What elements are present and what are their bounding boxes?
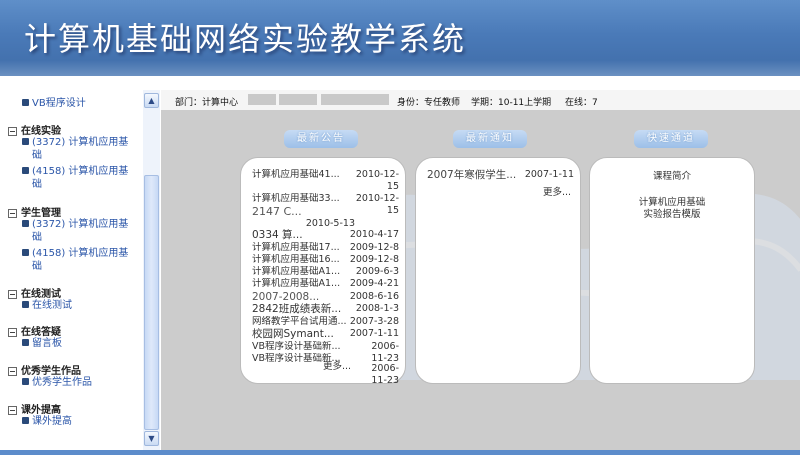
notices-card: 2007年寒假学生... 2007-1-11 更多...	[415, 157, 581, 384]
app-header: 计算机基础网络实验教学系统	[0, 0, 800, 76]
redacted-block	[248, 94, 276, 105]
collapse-icon[interactable]	[8, 405, 17, 415]
sidebar: VB程序设计 在线实验 (3372) 计算机应用基础 (4158) 计算机应用基…	[0, 90, 160, 450]
info-online: 在线：7	[565, 98, 598, 108]
user-info-bar: 部门：计算中心 身份：专任教师 学期：10-11上学期 在线：7	[161, 90, 800, 110]
collapse-icon[interactable]	[8, 289, 17, 299]
sidebar-section-works[interactable]: 优秀学生作品	[8, 362, 81, 377]
sidebar-item-extra[interactable]: 课外提高	[22, 415, 136, 428]
info-dept: 部门：计算中心	[175, 98, 239, 108]
sidebar-item-stu-3372[interactable]: (3372) 计算机应用基础	[22, 218, 136, 244]
main-panel: 部门：计算中心 身份：专任教师 学期：10-11上学期 在线：7 最新公告 最新…	[161, 90, 800, 450]
sidebar-item-exp-4158[interactable]: (4158) 计算机应用基础	[22, 165, 136, 191]
notices-more-link[interactable]: 更多...	[543, 184, 571, 198]
announcements-card: 计算机应用基础41... 2010-12-15 计算机应用基础33... 201…	[240, 157, 406, 386]
sidebar-item-exp-3372[interactable]: (3372) 计算机应用基础	[22, 136, 136, 162]
header-gap	[0, 76, 800, 90]
bullet-icon	[22, 378, 29, 385]
redacted-block	[321, 94, 389, 105]
bullet-icon	[22, 167, 29, 174]
bottom-strip	[0, 450, 800, 455]
scrollbar-thumb[interactable]	[144, 175, 159, 430]
header-ribbon	[0, 60, 800, 76]
course-intro-link[interactable]: 课程简介	[590, 168, 754, 182]
announcements-label: 最新公告	[284, 130, 358, 148]
bullet-icon	[22, 301, 29, 308]
sidebar-item-vb[interactable]: VB程序设计	[22, 97, 136, 110]
sidebar-scrollbar[interactable]: ▲ ▼	[143, 90, 160, 450]
sidebar-item-stu-4158[interactable]: (4158) 计算机应用基础	[22, 247, 136, 273]
bullet-icon	[22, 249, 29, 256]
bullet-icon	[22, 220, 29, 227]
quick-access-card: 课程简介 计算机应用基础 实验报告模版	[589, 157, 755, 384]
notices-label: 最新通知	[453, 130, 527, 148]
app-title: 计算机基础网络实验教学系统	[24, 20, 467, 58]
sidebar-item-test[interactable]: 在线测试	[22, 299, 136, 312]
sidebar-section-experiments[interactable]: 在线实验	[8, 122, 61, 137]
sidebar-section-test[interactable]: 在线测试	[8, 285, 61, 300]
collapse-icon[interactable]	[8, 126, 17, 136]
info-term: 学期：10-11上学期	[471, 98, 552, 108]
sidebar-section-students[interactable]: 学生管理	[8, 204, 61, 219]
lab-report-template-link[interactable]: 实验报告模版	[590, 206, 754, 220]
scroll-up-icon[interactable]: ▲	[144, 93, 159, 108]
announcements-more-link[interactable]: 更多...	[323, 358, 351, 372]
collapse-icon[interactable]	[8, 327, 17, 337]
sidebar-menu: VB程序设计 在线实验 (3372) 计算机应用基础 (4158) 计算机应用基…	[0, 90, 143, 450]
bullet-icon	[22, 417, 29, 424]
bullet-icon	[22, 339, 29, 346]
sidebar-section-extra[interactable]: 课外提高	[8, 401, 61, 416]
scroll-down-icon[interactable]: ▼	[144, 431, 159, 446]
quick-access-label: 快速通道	[634, 130, 708, 148]
sidebar-section-qa[interactable]: 在线答疑	[8, 323, 61, 338]
redacted-block	[279, 94, 317, 105]
sidebar-item-guestbook[interactable]: 留言板	[22, 337, 136, 350]
collapse-icon[interactable]	[8, 208, 17, 218]
bullet-icon	[22, 138, 29, 145]
sidebar-item-works[interactable]: 优秀学生作品	[22, 376, 136, 389]
collapse-icon[interactable]	[8, 366, 17, 376]
info-identity: 身份：专任教师	[397, 98, 461, 108]
bullet-icon	[22, 99, 29, 106]
